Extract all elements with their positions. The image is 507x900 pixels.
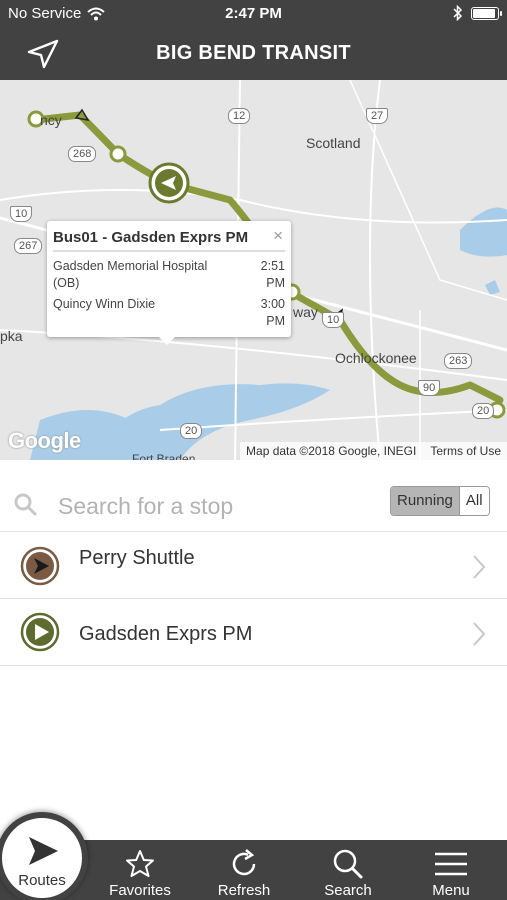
- star-icon: [126, 850, 154, 877]
- chevron-right-icon: [473, 555, 486, 579]
- status-right: [453, 5, 502, 21]
- map-attribution-bar: Map data ©2018 Google, INEGI Terms of Us…: [240, 442, 507, 460]
- tab-search[interactable]: Search: [296, 840, 400, 900]
- hamburger-menu-icon: [435, 852, 467, 876]
- place-label: Scotland: [306, 135, 361, 151]
- route-arrow-icon: [20, 612, 60, 652]
- place-label: Fort Braden: [132, 452, 196, 460]
- status-bar: No Service 2:47 PM: [0, 0, 507, 28]
- place-label: pka: [0, 328, 23, 344]
- highway-shield: 20: [472, 403, 495, 419]
- highway-shield: 27: [366, 108, 389, 124]
- page-title: BIG BEND TRANSIT: [156, 42, 351, 64]
- stop-time: 3:00 PM: [260, 297, 285, 328]
- highway-shield: 263: [444, 353, 473, 369]
- stop-time: 2:51 PM: [260, 259, 285, 290]
- bus-info-popup[interactable]: Bus01 - Gadsden Exprs PM × Gadsden Memor…: [47, 221, 291, 345]
- place-label: Ochlockonee: [335, 350, 417, 366]
- app-header: BIG BEND TRANSIT: [0, 28, 507, 80]
- highway-shield: 268: [68, 146, 97, 162]
- tab-refresh[interactable]: Refresh: [192, 840, 296, 900]
- place-label: way: [293, 304, 318, 320]
- magnifier-icon: [333, 849, 363, 879]
- route-arrow-icon: [20, 546, 60, 586]
- stop-search-input[interactable]: [58, 490, 358, 522]
- highway-shield: 267: [14, 238, 43, 254]
- chevron-right-icon: [473, 622, 486, 646]
- tab-routes[interactable]: Routes: [0, 812, 88, 900]
- tab-label: Routes: [18, 872, 66, 889]
- route-list-item[interactable]: Gadsden Exprs PM: [0, 600, 507, 666]
- refresh-icon: [232, 849, 256, 876]
- popup-stop-row: Quincy Winn Dixie 3:00 PM: [53, 296, 285, 330]
- popup-close-button[interactable]: ×: [273, 226, 283, 246]
- filter-running-option[interactable]: Running: [391, 487, 459, 515]
- battery-fill: [473, 8, 495, 18]
- place-label: ncy: [40, 112, 62, 128]
- route-map[interactable]: 12 27 268 10 267 263 10 20 20 90 Scotlan…: [0, 80, 507, 460]
- tab-label: Favorites: [109, 882, 171, 899]
- app-root: No Service 2:47 PM BIG BEND TRANSIT 12 2…: [0, 0, 507, 900]
- map-logo: Google: [8, 428, 81, 453]
- stop-name: Gadsden Memorial Hospital (OB): [53, 259, 208, 290]
- popup-title: Bus01 - Gadsden Exprs PM: [53, 229, 285, 252]
- tab-favorites[interactable]: Favorites: [88, 840, 192, 900]
- highway-shield: 12: [228, 108, 251, 124]
- status-time: 2:47 PM: [225, 5, 282, 22]
- running-filter-toggle: Running All: [390, 486, 490, 516]
- battery-icon: [471, 6, 502, 20]
- highway-shield: 90: [418, 380, 441, 396]
- highway-shield: 10: [10, 206, 33, 222]
- search-bar: Running All: [0, 460, 507, 532]
- route-label: Perry Shuttle: [79, 547, 195, 569]
- tab-label: Refresh: [217, 882, 271, 899]
- highway-shield: 20: [180, 423, 203, 439]
- popup-stop-row: Gadsden Memorial Hospital (OB) 2:51 PM: [53, 258, 285, 292]
- terms-link[interactable]: Terms of Use: [430, 444, 501, 458]
- search-icon: [14, 493, 37, 516]
- tab-label: Search: [324, 882, 372, 899]
- map-attribution: Map data ©2018 Google, INEGI: [246, 444, 417, 458]
- tab-label: Menu: [432, 882, 470, 899]
- filter-all-option[interactable]: All: [458, 487, 489, 515]
- highway-shield: 10: [322, 312, 345, 328]
- bluetooth-icon: [453, 5, 463, 21]
- routes-arrow-icon: [29, 837, 58, 865]
- tab-menu[interactable]: Menu: [399, 840, 503, 900]
- stop-name: Quincy Winn Dixie: [53, 297, 156, 311]
- route-label: Gadsden Exprs PM: [79, 623, 253, 645]
- route-list-item[interactable]: Perry Shuttle: [0, 533, 507, 599]
